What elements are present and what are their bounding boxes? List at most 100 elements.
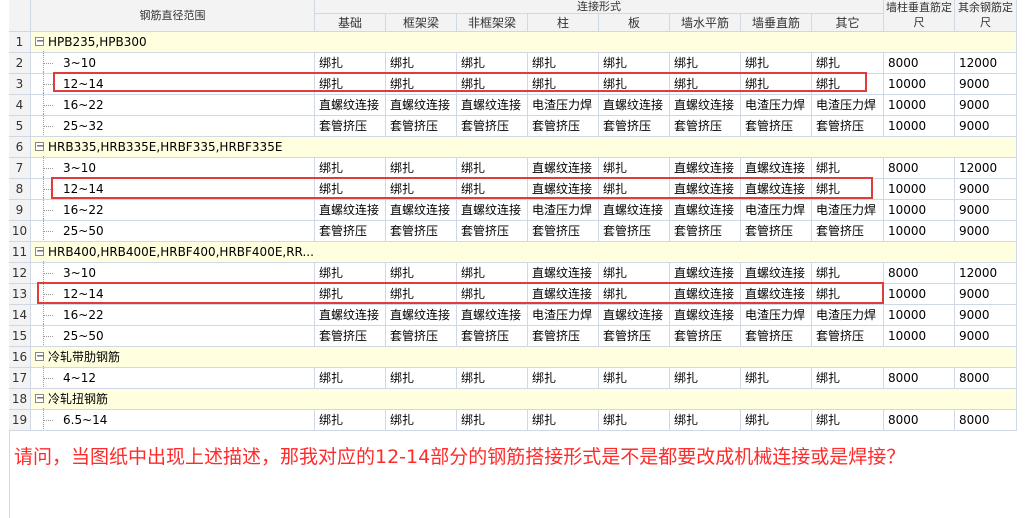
connection-cell[interactable]: 绑扎 — [315, 53, 386, 74]
connection-cell[interactable]: 电渣压力焊 — [741, 200, 812, 221]
connection-cell[interactable]: 套管挤压 — [670, 221, 741, 242]
connection-cell[interactable]: 套管挤压 — [315, 221, 386, 242]
header-col-0[interactable]: 基础 — [315, 14, 386, 32]
wall-col-length-cell[interactable]: 10000 — [884, 221, 955, 242]
connection-cell[interactable]: 绑扎 — [386, 263, 457, 284]
connection-cell[interactable]: 绑扎 — [528, 53, 599, 74]
connection-cell[interactable]: 绑扎 — [315, 368, 386, 389]
connection-cell[interactable]: 绑扎 — [599, 158, 670, 179]
range-cell[interactable]: 16~22 — [31, 200, 315, 221]
collapse-toggle-icon[interactable]: − — [35, 394, 44, 404]
connection-cell[interactable]: 直螺纹连接 — [528, 158, 599, 179]
wall-col-length-cell[interactable]: 10000 — [884, 305, 955, 326]
connection-cell[interactable]: 套管挤压 — [386, 221, 457, 242]
connection-cell[interactable]: 绑扎 — [315, 410, 386, 431]
wall-col-length-cell[interactable]: 8000 — [884, 158, 955, 179]
connection-cell[interactable]: 直螺纹连接 — [315, 95, 386, 116]
group-row[interactable]: − HPB235,HPB300 — [31, 32, 1017, 53]
range-cell[interactable]: 16~22 — [31, 95, 315, 116]
connection-cell[interactable]: 直螺纹连接 — [741, 263, 812, 284]
other-length-cell[interactable]: 12000 — [955, 263, 1017, 284]
wall-col-length-cell[interactable]: 10000 — [884, 95, 955, 116]
wall-col-length-cell[interactable]: 10000 — [884, 116, 955, 137]
group-row[interactable]: − HRB335,HRB335E,HRBF335,HRBF335E — [31, 137, 1017, 158]
connection-cell[interactable]: 绑扎 — [670, 410, 741, 431]
connection-cell[interactable]: 套管挤压 — [315, 326, 386, 347]
connection-cell[interactable]: 直螺纹连接 — [386, 305, 457, 326]
collapse-toggle-icon[interactable]: − — [35, 142, 44, 152]
connection-cell[interactable]: 直螺纹连接 — [670, 95, 741, 116]
header-col-4[interactable]: 板 — [599, 14, 670, 32]
other-length-cell[interactable]: 9000 — [955, 284, 1017, 305]
connection-cell[interactable]: 套管挤压 — [457, 221, 528, 242]
connection-cell[interactable]: 电渣压力焊 — [812, 200, 884, 221]
connection-cell[interactable]: 绑扎 — [386, 53, 457, 74]
connection-cell[interactable]: 绑扎 — [386, 368, 457, 389]
connection-cell[interactable]: 套管挤压 — [741, 221, 812, 242]
other-length-cell[interactable]: 9000 — [955, 179, 1017, 200]
header-wall-col-length[interactable]: 墙柱垂直筋定尺 — [884, 0, 955, 32]
wall-col-length-cell[interactable]: 8000 — [884, 410, 955, 431]
connection-cell[interactable]: 电渣压力焊 — [528, 305, 599, 326]
connection-cell[interactable]: 绑扎 — [457, 368, 528, 389]
connection-cell[interactable]: 电渣压力焊 — [528, 200, 599, 221]
connection-cell[interactable]: 直螺纹连接 — [599, 200, 670, 221]
connection-cell[interactable]: 绑扎 — [315, 158, 386, 179]
connection-cell[interactable]: 套管挤压 — [670, 326, 741, 347]
connection-cell[interactable]: 绑扎 — [386, 410, 457, 431]
connection-cell[interactable]: 套管挤压 — [670, 116, 741, 137]
wall-col-length-cell[interactable]: 10000 — [884, 326, 955, 347]
header-col-7[interactable]: 其它 — [812, 14, 884, 32]
header-col-5[interactable]: 墙水平筋 — [670, 14, 741, 32]
connection-cell[interactable]: 电渣压力焊 — [812, 305, 884, 326]
header-col-6[interactable]: 墙垂直筋 — [741, 14, 812, 32]
connection-cell[interactable]: 电渣压力焊 — [812, 95, 884, 116]
connection-cell[interactable]: 绑扎 — [599, 263, 670, 284]
connection-cell[interactable]: 套管挤压 — [599, 221, 670, 242]
connection-cell[interactable]: 直螺纹连接 — [670, 263, 741, 284]
connection-cell[interactable]: 绑扎 — [315, 263, 386, 284]
wall-col-length-cell[interactable]: 10000 — [884, 284, 955, 305]
connection-cell[interactable]: 直螺纹连接 — [457, 95, 528, 116]
connection-cell[interactable]: 套管挤压 — [741, 116, 812, 137]
group-row[interactable]: − HRB400,HRB400E,HRBF400,HRBF400E,RR... — [31, 242, 1017, 263]
connection-cell[interactable]: 套管挤压 — [812, 116, 884, 137]
connection-cell[interactable]: 套管挤压 — [386, 326, 457, 347]
connection-cell[interactable]: 套管挤压 — [457, 326, 528, 347]
connection-cell[interactable]: 套管挤压 — [315, 116, 386, 137]
connection-cell[interactable]: 绑扎 — [599, 53, 670, 74]
other-length-cell[interactable]: 9000 — [955, 95, 1017, 116]
connection-cell[interactable]: 电渣压力焊 — [741, 95, 812, 116]
wall-col-length-cell[interactable]: 8000 — [884, 53, 955, 74]
connection-cell[interactable]: 绑扎 — [386, 158, 457, 179]
range-cell[interactable]: 3~10 — [31, 158, 315, 179]
connection-cell[interactable]: 直螺纹连接 — [670, 305, 741, 326]
other-length-cell[interactable]: 8000 — [955, 368, 1017, 389]
collapse-toggle-icon[interactable]: − — [35, 352, 44, 362]
range-cell[interactable]: 3~10 — [31, 263, 315, 284]
other-length-cell[interactable]: 9000 — [955, 74, 1017, 95]
connection-cell[interactable]: 直螺纹连接 — [670, 158, 741, 179]
connection-cell[interactable]: 套管挤压 — [528, 326, 599, 347]
connection-cell[interactable]: 直螺纹连接 — [457, 305, 528, 326]
connection-cell[interactable]: 套管挤压 — [812, 326, 884, 347]
connection-cell[interactable]: 绑扎 — [812, 263, 884, 284]
connection-cell[interactable]: 绑扎 — [457, 53, 528, 74]
wall-col-length-cell[interactable]: 10000 — [884, 74, 955, 95]
other-length-cell[interactable]: 9000 — [955, 200, 1017, 221]
range-cell[interactable]: 3~10 — [31, 53, 315, 74]
connection-cell[interactable]: 绑扎 — [528, 410, 599, 431]
connection-cell[interactable]: 绑扎 — [599, 368, 670, 389]
connection-cell[interactable]: 绑扎 — [812, 53, 884, 74]
connection-cell[interactable]: 套管挤压 — [812, 221, 884, 242]
collapse-toggle-icon[interactable]: − — [35, 37, 44, 47]
connection-cell[interactable]: 绑扎 — [812, 158, 884, 179]
connection-cell[interactable]: 绑扎 — [741, 53, 812, 74]
header-other-length[interactable]: 其余钢筋定尺 — [955, 0, 1017, 32]
connection-cell[interactable]: 套管挤压 — [528, 221, 599, 242]
connection-cell[interactable]: 直螺纹连接 — [457, 200, 528, 221]
connection-cell[interactable]: 绑扎 — [599, 410, 670, 431]
other-length-cell[interactable]: 9000 — [955, 305, 1017, 326]
connection-cell[interactable]: 电渣压力焊 — [528, 95, 599, 116]
header-col-3[interactable]: 柱 — [528, 14, 599, 32]
